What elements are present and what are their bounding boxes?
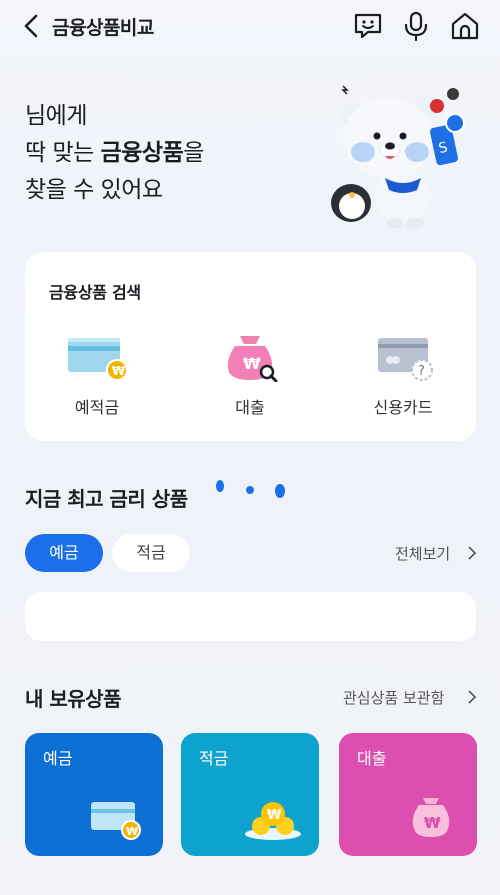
view-all-link[interactable]: 전체보기: [395, 543, 450, 564]
hero-highlight: 금융상품: [100, 140, 184, 166]
page-title: 금융상품비교: [52, 17, 154, 39]
mic-icon[interactable]: [400, 10, 432, 42]
favorites-label: 관심상품 보관함: [343, 689, 445, 707]
top-bar: 금융상품비교: [0, 0, 500, 52]
my-products-title: 내 보유상품: [25, 687, 121, 711]
chatbot-icon[interactable]: [352, 10, 384, 42]
home-icon[interactable]: [449, 10, 481, 42]
hero-line-3: 찾을 수 있어요: [25, 177, 163, 203]
loading-indicator: [216, 480, 285, 498]
hero-text: 을: [183, 140, 204, 166]
hero-text: 딱 맞는: [25, 140, 101, 166]
svg-text:₩: ₩: [243, 354, 261, 373]
rate-product-list: [25, 592, 476, 641]
svg-text:?: ?: [418, 364, 425, 379]
holding-tile-installment[interactable]: 적금 ₩: [181, 733, 319, 856]
svg-text:₩: ₩: [126, 825, 138, 838]
holding-tile-deposit[interactable]: 예금 ₩: [25, 733, 163, 856]
search-card-title: 금융상품 검색: [49, 283, 141, 302]
bear-mascot-illustration: S: [331, 85, 465, 228]
tab-deposit[interactable]: 예금: [25, 534, 103, 572]
back-icon[interactable]: [20, 12, 44, 40]
search-item-savings[interactable]: ₩ 예적금: [37, 334, 157, 418]
favorites-link[interactable]: 관심상품 보관함: [343, 687, 444, 708]
search-item-loan[interactable]: ₩ 대출: [190, 334, 310, 418]
view-all-label: 전체보기: [395, 545, 451, 563]
top-rates-title: 지금 최고 금리 상품: [25, 487, 188, 511]
hero-line-2: 딱 맞는 금융상품을: [25, 135, 305, 172]
moneybag-search-icon: ₩: [227, 336, 278, 382]
tab-installment-savings[interactable]: 적금: [112, 534, 190, 572]
product-search-card: 금융상품 검색 ₩ 예적금 ₩ 대출 ? 신용카드: [25, 252, 476, 441]
search-item-label: 예적금: [74, 398, 120, 417]
card-won-icon: ₩: [91, 802, 141, 840]
search-item-credit-card[interactable]: ? 신용카드: [343, 334, 463, 418]
search-item-label: 신용카드: [373, 398, 433, 417]
credit-card-question-icon: ?: [378, 338, 433, 381]
hero-line-1: 님에게: [25, 103, 87, 129]
svg-text:₩: ₩: [267, 808, 282, 823]
search-item-label: 대출: [235, 398, 265, 417]
tile-label: 예금: [43, 749, 73, 768]
tile-label: 대출: [357, 749, 387, 768]
chevron-right-icon: [468, 546, 477, 560]
chevron-right-icon: [468, 690, 477, 704]
moneybag-icon: ₩: [412, 798, 450, 837]
hero-message: 님에게 딱 맞는 금융상품을 찾을 수 있어요: [25, 98, 305, 209]
card-won-icon: ₩: [68, 338, 128, 381]
coin-stack-icon: ₩: [245, 802, 301, 840]
svg-text:₩: ₩: [112, 364, 126, 378]
svg-text:₩: ₩: [424, 814, 441, 832]
holding-tile-loan[interactable]: 대출 ₩: [339, 733, 477, 856]
tile-label: 적금: [199, 749, 229, 768]
